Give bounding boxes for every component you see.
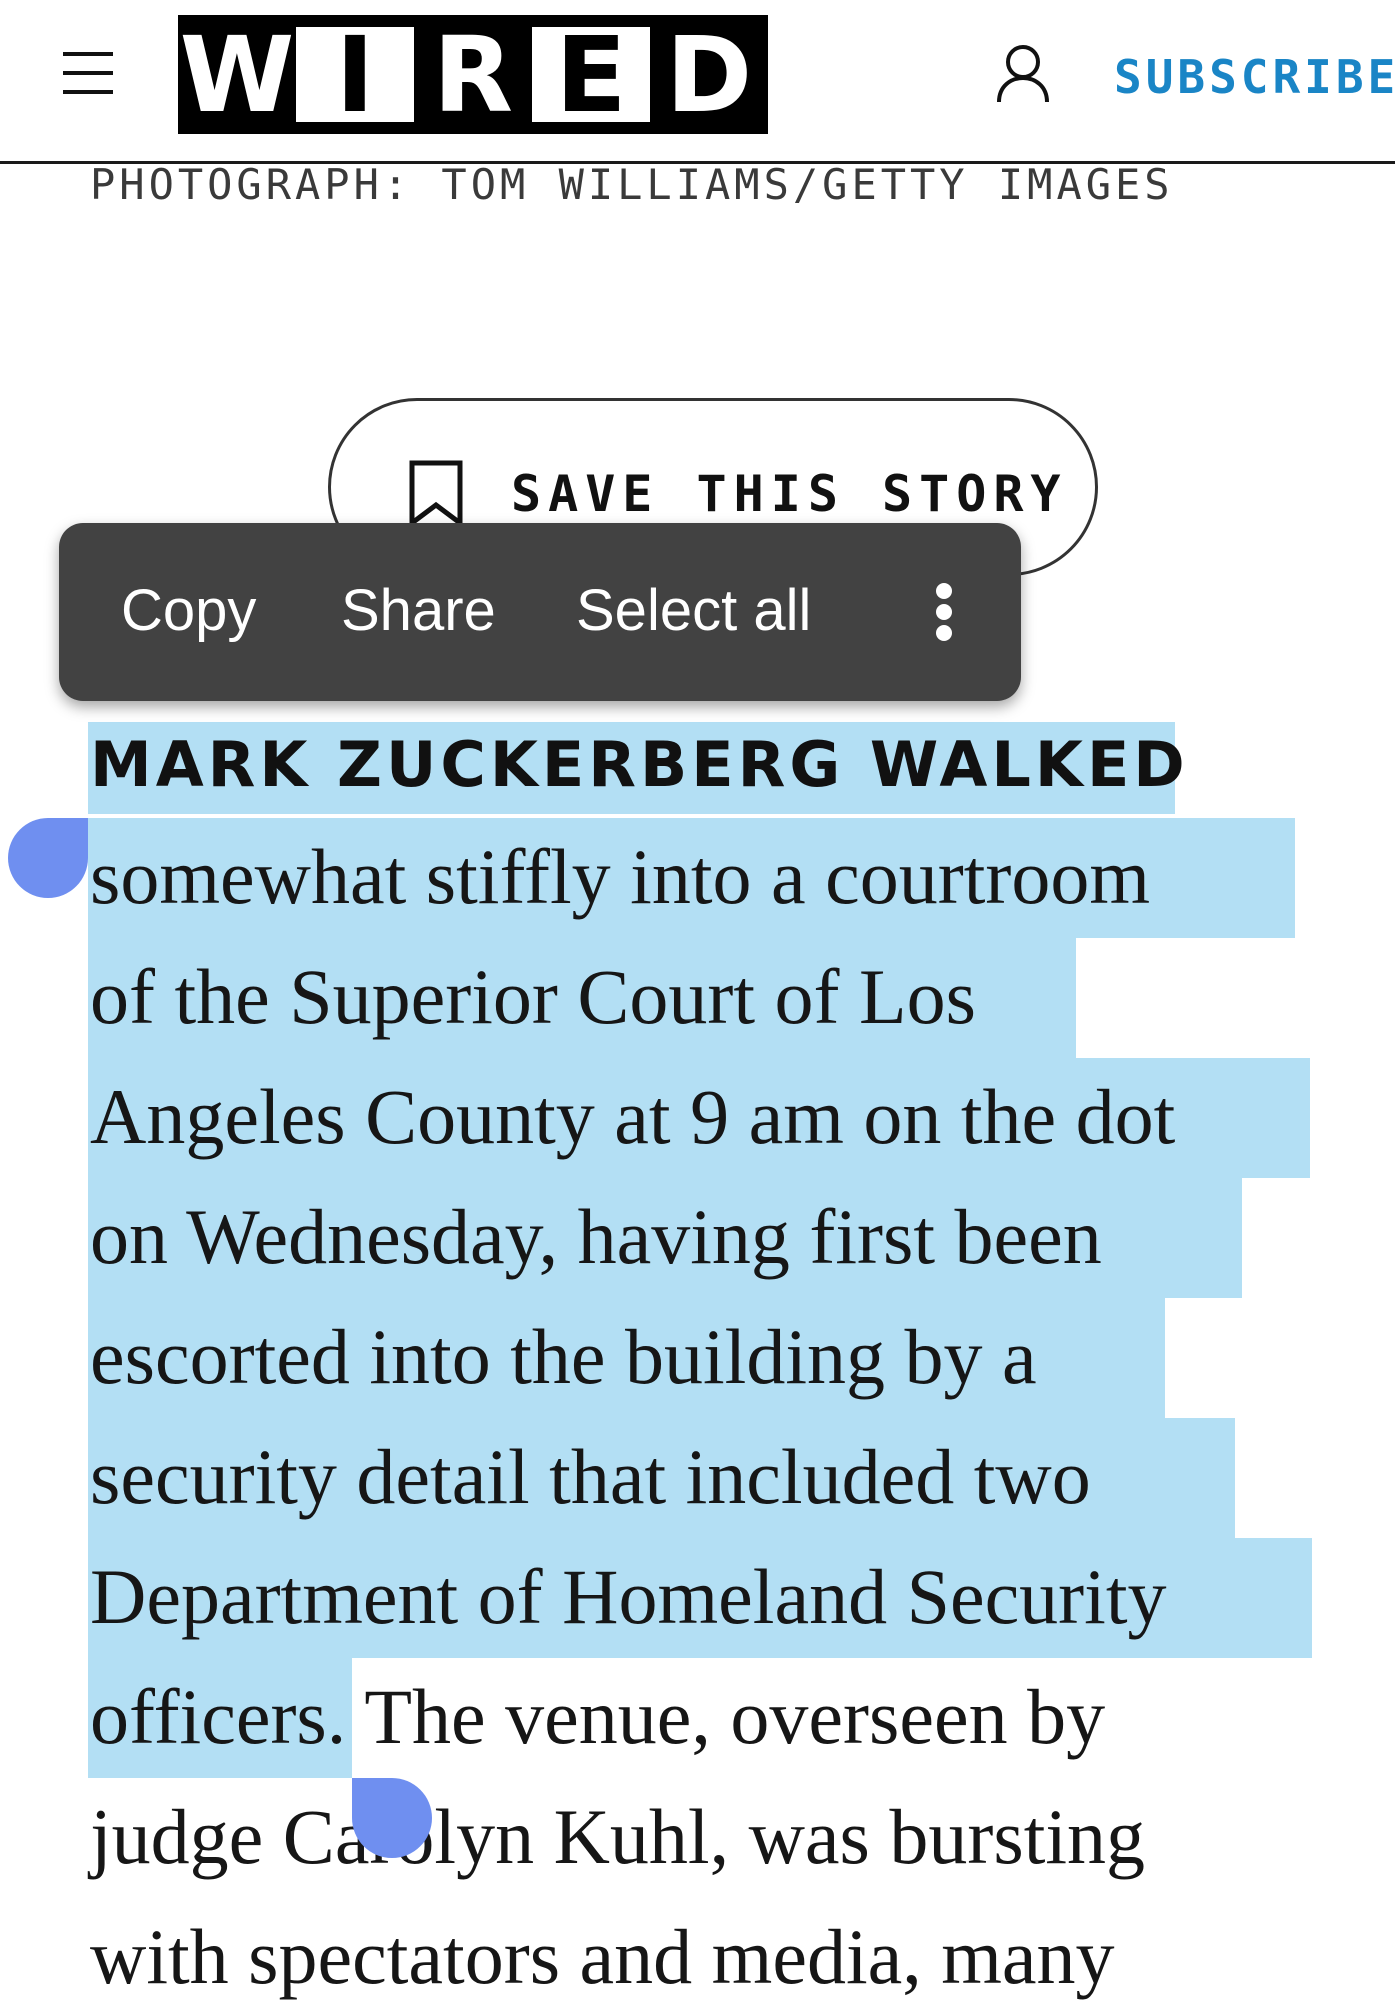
article-line[interactable]: officers. The venue, overseen by [90,1672,1105,1762]
copy-button[interactable]: Copy [121,577,256,644]
save-story-label: SAVE THIS STORY [511,465,1068,523]
photo-credit: PHOTOGRAPH: TOM WILLIAMS/GETTY IMAGES [90,160,1174,209]
hamburger-menu-icon[interactable] [58,48,118,98]
article-line[interactable]: Department of Homeland Security [90,1552,1167,1642]
more-vertical-icon[interactable] [922,577,966,647]
selection-end-handle[interactable] [352,1778,432,1858]
text-selection-toolbar: Copy Share Select all [59,523,1021,701]
article-line[interactable]: security detail that included two [90,1432,1091,1522]
subscribe-link[interactable]: SUBSCRIBE [1114,50,1395,104]
logo-letter-w: W [178,13,296,136]
logo-letter-r: R [414,15,532,134]
selection-start-handle[interactable] [8,818,88,898]
logo-letter-i: I [296,15,414,134]
select-all-button[interactable]: Select all [576,577,811,644]
article-lead[interactable]: MARK ZUCKERBERG WALKED [90,728,1189,801]
bookmark-icon [406,459,466,529]
article-line[interactable]: judge Carolyn Kuhl, was bursting [90,1792,1145,1882]
logo-letter-d: D [650,15,768,134]
person-icon[interactable] [993,42,1053,104]
article-line[interactable]: of the Superior Court of Los [90,952,976,1042]
article-unselected-fragment: . The venue, overseen by [326,1673,1106,1760]
article-line[interactable]: escorted into the building by a [90,1312,1037,1402]
article-line[interactable]: on Wednesday, having first been [90,1192,1102,1282]
share-button[interactable]: Share [341,577,496,644]
article-line[interactable]: with spectators and media, many [90,1912,1115,2002]
logo-letter-e: E [532,15,650,134]
wired-logo[interactable]: W I R E D [178,15,768,134]
article-line[interactable]: Angeles County at 9 am on the dot [90,1072,1175,1162]
article-selected-fragment: officers [90,1673,327,1760]
article-line[interactable]: somewhat stiffly into a courtroom [90,832,1150,922]
site-header: W I R E D SUBSCRIBE [0,0,1395,164]
